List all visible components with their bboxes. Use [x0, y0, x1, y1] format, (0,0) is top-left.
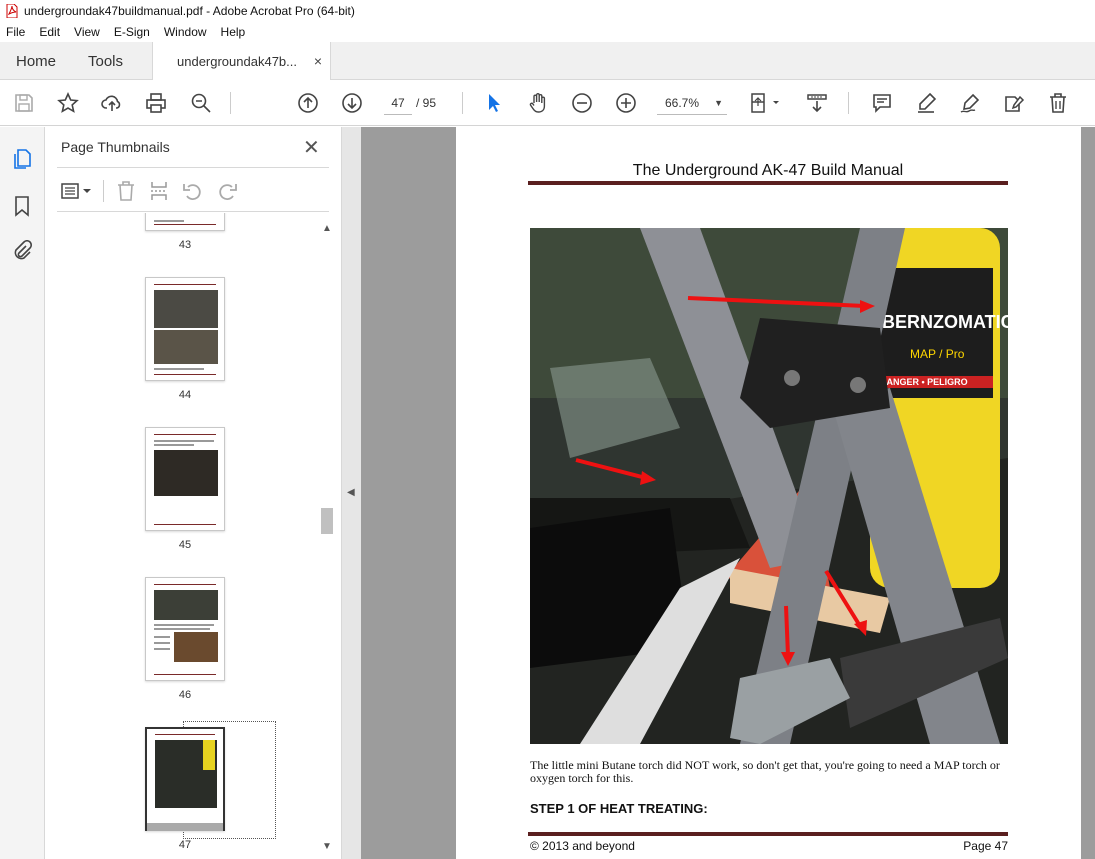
- photo-caption: The little mini Butane torch did NOT wor…: [530, 758, 1000, 785]
- title-bar: undergroundak47buildmanual.pdf - Adobe A…: [0, 0, 1095, 22]
- delete-page-icon[interactable]: [114, 179, 138, 203]
- thumbnail-page-number: 44: [178, 389, 192, 401]
- fill-sign-icon[interactable]: [1002, 91, 1026, 115]
- main-toolbar: 47 / 95 66.7% ▼: [0, 80, 1095, 126]
- attachment-icon[interactable]: [10, 239, 34, 263]
- thumbnail-page-number: 43: [178, 239, 192, 251]
- page-total: / 95: [416, 96, 437, 110]
- save-icon[interactable]: [12, 91, 36, 115]
- hand-icon[interactable]: [526, 91, 550, 115]
- page-down-icon[interactable]: [340, 91, 364, 115]
- thumbnails-panel: Page Thumbnails ✕ 43 44 45 46 47 ▲ ▼: [45, 127, 342, 859]
- acrobat-window: undergroundak47buildmanual.pdf - Adobe A…: [0, 0, 1095, 859]
- section-heading: STEP 1 OF HEAT TREATING:: [530, 801, 708, 816]
- tab-document-label: undergroundak47b...: [177, 54, 297, 69]
- thumbnail-page-number: 47: [178, 839, 192, 851]
- toolbar-separator: [848, 92, 849, 114]
- tab-document[interactable]: undergroundak47b... ×: [152, 42, 331, 81]
- thumbnail-page-number: 45: [178, 539, 192, 551]
- scroll-thumb[interactable]: [321, 508, 333, 534]
- footer-copyright: © 2013 and beyond: [530, 839, 635, 853]
- bookmark-icon[interactable]: [10, 194, 34, 218]
- zoom-search-icon[interactable]: [189, 91, 213, 115]
- pages-icon[interactable]: [10, 147, 34, 171]
- page-thumbnail[interactable]: [145, 427, 225, 531]
- scroll-mode-icon[interactable]: [805, 91, 829, 115]
- rotate-right-icon[interactable]: [215, 179, 239, 203]
- thumbnail-page-number: 46: [178, 689, 192, 701]
- scroll-down-icon[interactable]: ▼: [320, 840, 334, 854]
- rotate-left-icon[interactable]: [181, 179, 205, 203]
- navigation-rail: [0, 127, 45, 859]
- chevron-left-icon: ◀: [347, 487, 355, 498]
- print-icon[interactable]: [144, 91, 168, 115]
- select-cursor-icon[interactable]: [482, 91, 506, 115]
- window-title: undergroundak47buildmanual.pdf - Adobe A…: [24, 4, 355, 18]
- fit-page-icon[interactable]: [748, 91, 784, 115]
- zoom-in-icon[interactable]: [614, 91, 638, 115]
- thumbnail-toolbar: [57, 175, 329, 207]
- zoom-out-icon[interactable]: [570, 91, 594, 115]
- page-header: The Underground AK-47 Build Manual: [632, 162, 904, 179]
- sign-icon[interactable]: [958, 91, 982, 115]
- comment-icon[interactable]: [870, 91, 894, 115]
- footer-page-number: Page 47: [963, 839, 1008, 853]
- cylinder-band-text: MAP / Pro: [910, 347, 965, 361]
- toolbar-separator: [103, 180, 104, 202]
- panel-divider: [57, 211, 329, 212]
- trash-icon[interactable]: [1046, 91, 1070, 115]
- pdf-file-icon: [6, 4, 18, 18]
- page-photo: BERNZOMATIC MAP / Pro DANGER • PELIGRO: [530, 228, 1008, 744]
- menu-edit[interactable]: Edit: [39, 25, 60, 39]
- scroll-up-icon[interactable]: ▲: [320, 222, 334, 236]
- panel-title: Page Thumbnails: [61, 139, 170, 155]
- menu-view[interactable]: View: [74, 25, 100, 39]
- close-icon[interactable]: ✕: [303, 135, 320, 160]
- page-thumbnail[interactable]: [145, 213, 225, 231]
- tab-home[interactable]: Home: [16, 42, 56, 80]
- menu-help[interactable]: Help: [221, 25, 246, 39]
- thumbnail-list: 43 44 45 46 47: [45, 213, 335, 859]
- upload-icon[interactable]: [100, 91, 124, 115]
- menu-esign[interactable]: E-Sign: [114, 25, 150, 39]
- cylinder-warning-text: DANGER • PELIGRO: [880, 377, 968, 387]
- tab-tools[interactable]: Tools: [88, 42, 123, 80]
- zoom-level-select[interactable]: 66.7% ▼: [657, 91, 727, 115]
- menu-window[interactable]: Window: [164, 25, 207, 39]
- pdf-page: The Underground AK-47 Build Manual BERNZ…: [456, 127, 1081, 859]
- footer-rule: [528, 832, 1008, 836]
- page-thumbnail[interactable]: [145, 577, 225, 681]
- panel-collapse-handle[interactable]: ◀: [342, 127, 361, 859]
- page-number-input[interactable]: 47: [384, 91, 412, 115]
- thumbnail-scrollbar[interactable]: ▲ ▼: [320, 218, 334, 858]
- thumbnail-options-icon[interactable]: [59, 179, 95, 203]
- cylinder-brand-text: BERNZOMATIC: [882, 312, 1008, 332]
- menu-file[interactable]: File: [6, 25, 25, 39]
- toolbar-separator: [230, 92, 231, 114]
- page-up-icon[interactable]: [296, 91, 320, 115]
- star-icon[interactable]: [56, 91, 80, 115]
- page-thumbnail[interactable]: [145, 277, 225, 381]
- document-view[interactable]: The Underground AK-47 Build Manual BERNZ…: [361, 127, 1095, 859]
- page-thumbnail-selected[interactable]: [145, 727, 225, 831]
- insert-page-icon[interactable]: [147, 179, 171, 203]
- tab-close-icon[interactable]: ×: [314, 53, 322, 69]
- panel-divider: [57, 167, 329, 168]
- chevron-down-icon: ▼: [714, 98, 723, 108]
- menu-bar: File Edit View E-Sign Window Help: [0, 22, 1095, 42]
- toolbar-separator: [462, 92, 463, 114]
- zoom-level-value: 66.7%: [665, 96, 700, 110]
- highlight-icon[interactable]: [914, 91, 938, 115]
- header-rule: [528, 181, 1008, 185]
- tab-bar: Home Tools undergroundak47b... ×: [0, 42, 1095, 81]
